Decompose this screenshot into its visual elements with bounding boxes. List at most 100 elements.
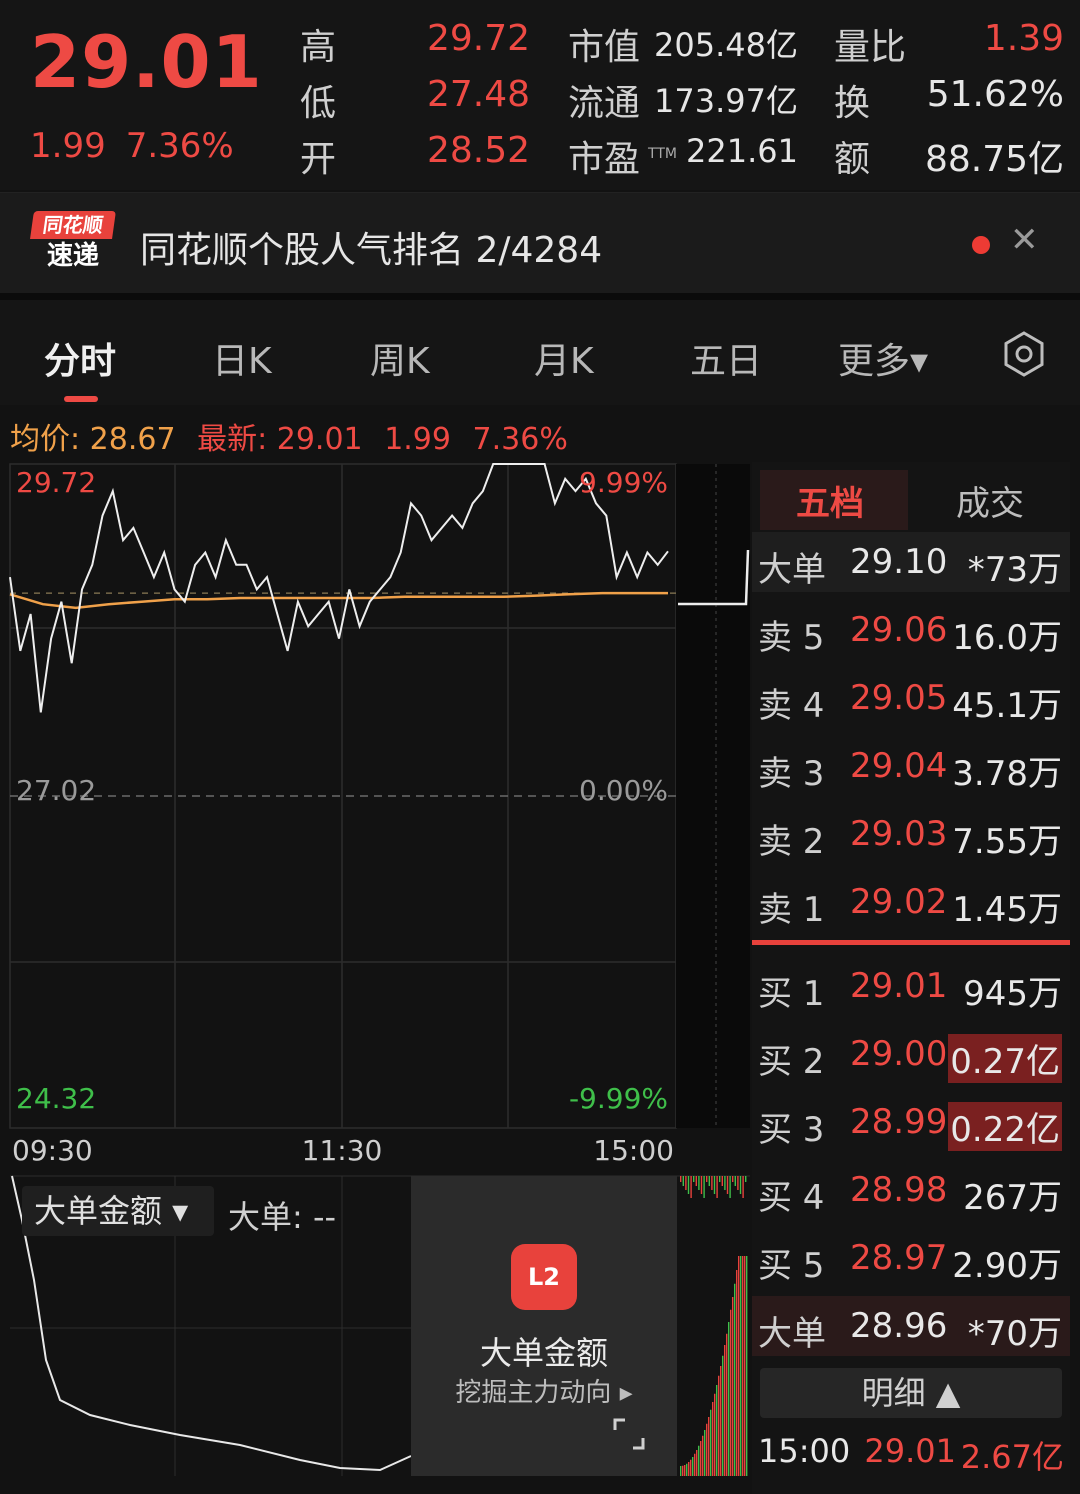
promo-title: 大单金额 [479,1334,608,1372]
axis-labels: 29.72 27.02 24.32 9.99% 0.00% -9.99% 09:30 11:3… [12,466,674,1167]
stat-amount: 额 88.75亿 [834,139,1064,180]
quote-header: 29.01 1.99 7.36% 高 29.72 低 27.48 开 28.52 市值 2… [0,0,1080,190]
price-line [9,463,669,713]
volume-bar [690,1459,692,1476]
volume-bar [736,1270,738,1476]
tab-five-levels[interactable]: 五档 [796,476,864,525]
top-volume-bar [732,1176,734,1182]
top-volume-bar [690,1176,692,1198]
volume-bar [706,1423,708,1476]
volume-bar [680,1466,682,1476]
top-volume-bar [693,1176,695,1182]
volume-bar [716,1385,718,1476]
price-info-line: 均价: 28.67 最新: 29.01 1.99 7.36% [10,422,568,457]
latest-change: 1.99 [384,422,451,457]
big-order-promo-card[interactable]: L2 大单金额 挖掘主力动向 ▸ [411,1176,677,1476]
volume-bar [742,1256,744,1476]
buy-row: 买 2 29.00 0.27亿 [758,1034,1062,1083]
detail-toggle-button[interactable]: 明细 ▲ [760,1368,1062,1418]
volume-bar [710,1409,712,1476]
top-volume-bar [708,1176,710,1186]
volume-bar [696,1450,698,1476]
volume-bar [732,1297,734,1476]
ths-logo: 同花顺 速递 [30,211,116,275]
news-banner[interactable]: 同花顺 速递 同花顺个股人气排名 2/4284 [0,192,1080,301]
volume-bar [684,1465,686,1476]
stat-market-cap: 市值 205.48亿 [568,26,798,68]
top-volume-bar [698,1176,700,1190]
y-tick-label: 27.02 [16,774,96,807]
sell-row: 卖 4 29.05 45.1万 [758,678,1062,726]
stat-high: 高 29.72 [300,18,530,68]
volume-bar [700,1441,702,1476]
volume-bar [722,1355,724,1476]
volume-bar [726,1333,728,1476]
promo-subtitle[interactable]: 挖掘主力动向 ▸ [411,1372,677,1409]
top-volume-bar [737,1176,739,1190]
stat-volume-ratio: 量比 1.39 [834,18,1064,68]
tab-trades[interactable]: 成交 [956,476,1024,525]
banner-text[interactable]: 同花顺个股人气排名 2/4284 [140,221,602,273]
big-order-selector[interactable]: 大单金额 ▾ [22,1186,214,1236]
top-volume-bar [706,1176,708,1182]
tab-intraday[interactable]: 分时 [44,332,116,384]
top-volume-bar [719,1176,721,1182]
volume-bar [712,1402,714,1476]
volume-bar [698,1445,700,1476]
notification-dot-icon [972,236,990,254]
top-volume-bar [739,1176,742,1194]
top-volume-bar [703,1176,705,1198]
active-tab-indicator [64,396,98,402]
top-volume-bar [729,1176,731,1198]
volume-bar [738,1256,740,1476]
top-volume-bar [687,1176,690,1194]
buy-row: 买 4 28.98 267万 [758,1170,1062,1218]
y-tick-label-right: -9.99% [569,1082,668,1115]
top-volume-bar [700,1176,703,1194]
tab-more[interactable]: 更多▾ [838,332,928,384]
order-book: 五档 成交 大单 29.10 *73万 卖 5 29.06 16.0万 卖 4 29.… [752,462,1070,1494]
current-price: 29.01 [30,20,263,104]
tab-weekly-k[interactable]: 周K [370,332,430,384]
change-percent: 7.36% [125,126,234,166]
volume-bar [744,1256,746,1476]
top-volume-bar [745,1176,747,1182]
top-volume-bar [695,1176,697,1186]
volume-bar [682,1465,684,1476]
top-volume-bar [716,1176,718,1198]
expand-icon[interactable] [611,1416,647,1452]
y-tick-label-right: 9.99% [579,466,668,499]
sell-row: 卖 3 29.04 3.78万 [758,746,1062,794]
settings-icon[interactable] [1000,330,1048,378]
y-tick-label: 29.72 [16,466,96,499]
buy-row: 买 5 28.97 2.90万 [758,1238,1062,1286]
l2-icon: L2 [511,1244,577,1310]
x-tick-label: 09:30 [12,1134,93,1167]
y-tick-label: 24.32 [16,1082,96,1115]
tab-monthly-k[interactable]: 月K [534,332,594,384]
last-trade-row: 15:00 29.01 2.67亿 [758,1432,1064,1476]
volume-bar [746,1256,748,1476]
top-volume-bar [734,1176,736,1186]
tab-five-day[interactable]: 五日 [690,332,762,384]
chart-tabs: 分时 日K 周K 月K 五日 更多▾ [0,300,1080,405]
price-change: 1.99 7.36% [30,126,254,166]
close-icon[interactable]: ✕ [1010,220,1039,260]
stat-pe: 市盈 TTM 221.61 [568,132,798,180]
change-amount: 1.99 [30,126,106,166]
y-tick-label-right: 0.00% [579,774,668,807]
stat-open: 开 28.52 [300,130,530,180]
price-lines [9,463,750,713]
top-volume-bar [726,1176,729,1194]
volume-bar [728,1322,730,1476]
latest-change-pct: 7.36% [472,422,568,457]
volume-bar [724,1345,726,1476]
big-order-value: 大单: -- [228,1198,337,1236]
avg-price: 28.67 [89,422,176,457]
avg-price-line [9,591,668,610]
x-tick-label: 15:00 [593,1134,674,1167]
volume-bar [718,1375,720,1476]
volume-bar [686,1463,688,1476]
volume-bar [702,1435,704,1476]
tab-daily-k[interactable]: 日K [212,332,272,384]
